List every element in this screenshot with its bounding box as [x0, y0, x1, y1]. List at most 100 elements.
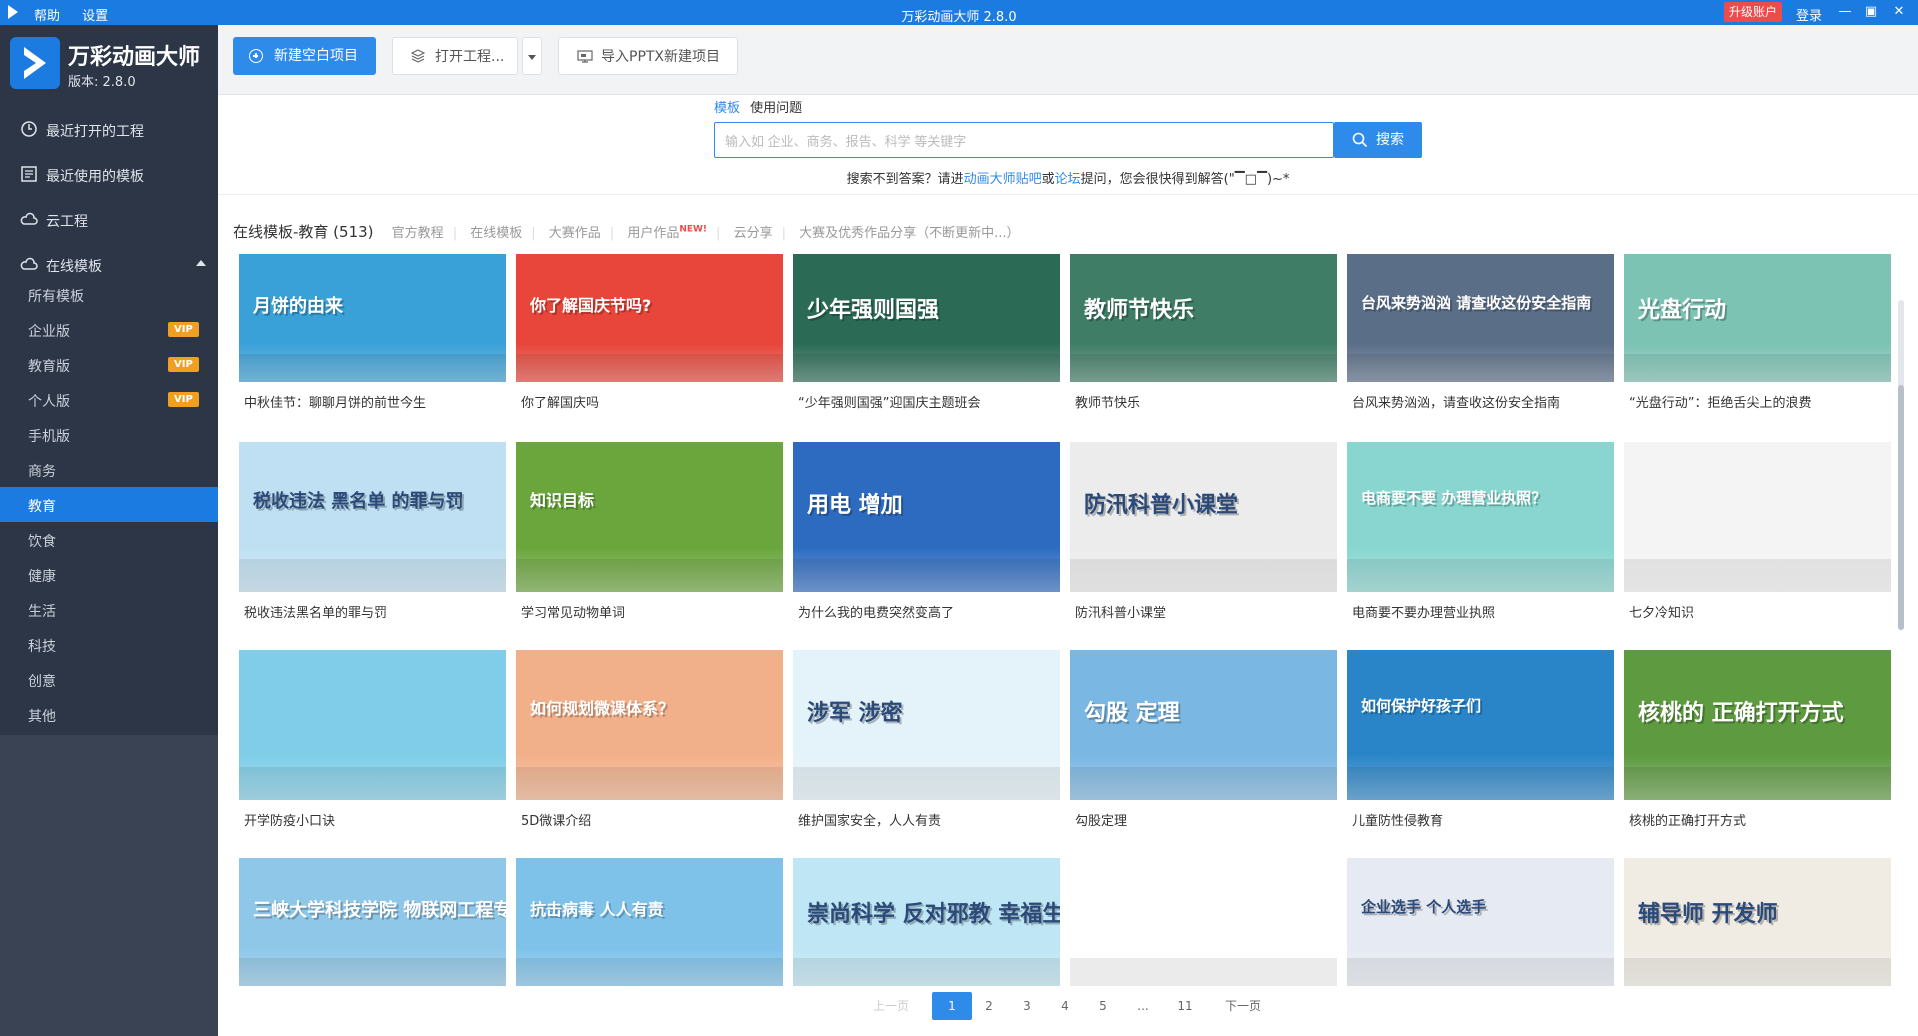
upgrade-account-button[interactable]: 升级账户 — [1724, 2, 1783, 22]
page-button[interactable]: ... — [1128, 992, 1158, 1020]
template-thumbnail[interactable]: 用电 增加 — [793, 442, 1060, 592]
template-title[interactable]: 学习常见动物单词 — [521, 602, 625, 621]
template-title[interactable]: 七夕冷知识 — [1629, 602, 1694, 621]
filter-contest-works[interactable]: 大赛作品 — [549, 226, 601, 241]
tab-usage-questions[interactable]: 使用问题 — [750, 101, 802, 116]
template-title[interactable]: 防汛科普小课堂 — [1075, 602, 1166, 621]
template-card[interactable]: 你了解国庆节吗? 你了解国庆吗 — [516, 254, 783, 414]
sidebar-item-11[interactable]: 创意 — [0, 662, 218, 697]
template-thumbnail[interactable]: 防汛科普小课堂 — [1070, 442, 1337, 592]
template-thumbnail[interactable]: 知识目标 — [516, 442, 783, 592]
template-thumbnail[interactable]: 辅导师 开发师 — [1624, 858, 1891, 986]
sidebar-item-10[interactable]: 科技 — [0, 627, 218, 662]
page-button[interactable]: 11 — [1170, 992, 1200, 1020]
template-card[interactable]: 电商要不要 办理营业执照？ 电商要不要办理营业执照 — [1347, 442, 1614, 624]
page-button[interactable]: 5 — [1088, 992, 1118, 1020]
template-thumbnail[interactable]: 你了解国庆节吗? — [516, 254, 783, 382]
next-page-button[interactable]: 下一页 — [1218, 992, 1268, 1020]
sidebar-item-7[interactable]: 饮食 — [0, 522, 218, 557]
template-card[interactable]: 用电 增加为什么我的电费突然变高了 — [793, 442, 1060, 624]
template-thumbnail[interactable]: 涉军 涉密 — [793, 650, 1060, 800]
template-card[interactable]: 台风来势汹汹 请查收这份安全指南台风来势汹汹，请查收这份安全指南 — [1347, 254, 1614, 414]
page-button[interactable]: 1 — [932, 992, 972, 1020]
filter-online-templates[interactable]: 在线模板 — [470, 226, 522, 241]
filter-official-tutorials[interactable]: 官方教程 — [392, 226, 444, 241]
template-thumbnail[interactable]: 少年强则国强 — [793, 254, 1060, 382]
template-title[interactable]: 电商要不要办理营业执照 — [1352, 602, 1495, 621]
sidebar-item-6[interactable]: 教育 — [0, 487, 218, 522]
open-project-dropdown[interactable] — [522, 37, 542, 75]
template-title[interactable]: 核桃的正确打开方式 — [1629, 810, 1746, 829]
template-card[interactable]: 如何保护好孩子们儿童防性侵教育 — [1347, 650, 1614, 832]
tieba-link[interactable]: 动画大师贴吧 — [964, 172, 1042, 187]
minimize-button[interactable]: — — [1836, 3, 1854, 21]
template-thumbnail[interactable]: 台风来势汹汹 请查收这份安全指南 — [1347, 254, 1614, 382]
template-thumbnail[interactable]: 教师节快乐 — [1070, 254, 1337, 382]
search-input[interactable] — [725, 131, 1305, 151]
template-card[interactable]: 知识目标学习常见动物单词 — [516, 442, 783, 624]
tab-templates[interactable]: 模板 — [714, 101, 740, 116]
prev-page-button[interactable]: 上一页 — [868, 992, 914, 1020]
filter-cloud-share[interactable]: 云分享 — [734, 226, 773, 241]
template-card[interactable]: 涉军 涉密维护国家安全，人人有责 — [793, 650, 1060, 832]
template-thumbnail[interactable] — [1624, 442, 1891, 592]
new-blank-project-button[interactable]: 新建空白项目 — [233, 37, 376, 75]
login-button[interactable]: 登录 — [1796, 5, 1822, 24]
filter-user-works[interactable]: 用户作品 — [627, 226, 679, 241]
template-thumbnail[interactable]: 税收违法 黑名单 的罪与罚 — [239, 442, 506, 592]
nav-cloud-projects[interactable]: 云工程 — [0, 197, 218, 242]
filter-contest-sharing[interactable]: 大赛及优秀作品分享（不断更新中...） — [799, 226, 1019, 241]
template-title[interactable]: 为什么我的电费突然变高了 — [798, 602, 954, 621]
sidebar-item-12[interactable]: 其他 — [0, 697, 218, 732]
search-button[interactable]: 搜索 — [1334, 122, 1422, 158]
open-project-button[interactable]: 打开工程... — [392, 37, 518, 75]
sidebar-item-3[interactable]: 个人版 VIP — [0, 382, 218, 417]
sidebar-item-9[interactable]: 生活 — [0, 592, 218, 627]
template-card[interactable]: 如何规划微课体系？ 5D微课介绍 — [516, 650, 783, 832]
template-title[interactable]: “光盘行动”：拒绝舌尖上的浪费 — [1629, 392, 1811, 411]
template-thumbnail[interactable]: 电商要不要 办理营业执照？ — [1347, 442, 1614, 592]
nav-recent-projects[interactable]: 最近打开的工程 — [0, 107, 218, 152]
template-title[interactable]: “少年强则国强”迎国庆主题班会 — [798, 392, 980, 411]
template-title[interactable]: 5D微课介绍 — [521, 810, 591, 829]
template-title[interactable]: 勾股定理 — [1075, 810, 1127, 829]
sidebar-item-8[interactable]: 健康 — [0, 557, 218, 592]
template-card[interactable]: 光盘行动 “光盘行动”：拒绝舌尖上的浪费 — [1624, 254, 1891, 414]
template-thumbnail[interactable]: 崇尚科学 反对邪教 幸福生活 — [793, 858, 1060, 986]
sidebar-item-1[interactable]: 企业版 VIP — [0, 312, 218, 347]
template-title[interactable]: 台风来势汹汹，请查收这份安全指南 — [1352, 392, 1560, 411]
template-card[interactable]: 七夕冷知识 — [1624, 442, 1891, 624]
template-card[interactable]: 防汛科普小课堂 防汛科普小课堂 — [1070, 442, 1337, 624]
template-title[interactable]: 维护国家安全，人人有责 — [798, 810, 941, 829]
template-card[interactable]: 少年强则国强 “少年强则国强”迎国庆主题班会 — [793, 254, 1060, 414]
template-title[interactable]: 儿童防性侵教育 — [1352, 810, 1443, 829]
template-card[interactable]: 三峡大学科技学院 物联网工程专业 — [239, 858, 506, 1018]
template-card[interactable]: 辅导师 开发师 — [1624, 858, 1891, 1018]
sidebar-item-4[interactable]: 手机版 — [0, 417, 218, 452]
template-thumbnail[interactable]: 如何保护好孩子们 — [1347, 650, 1614, 800]
page-button[interactable]: 4 — [1050, 992, 1080, 1020]
collapse-caret-icon[interactable] — [196, 260, 206, 266]
template-card[interactable]: 勾股 定理勾股定理 — [1070, 650, 1337, 832]
page-button[interactable]: 2 — [974, 992, 1004, 1020]
close-button[interactable]: ✕ — [1890, 3, 1908, 21]
template-title[interactable]: 开学防疫小口诀 — [244, 810, 335, 829]
sidebar-item-0[interactable]: 所有模板 — [0, 277, 218, 312]
template-thumbnail[interactable]: 勾股 定理 — [1070, 650, 1337, 800]
template-card[interactable]: 企业选手 个人选手 — [1347, 858, 1614, 1018]
forum-link[interactable]: 论坛 — [1055, 172, 1081, 187]
template-thumbnail[interactable]: 企业选手 个人选手 — [1347, 858, 1614, 986]
template-card[interactable]: 开学防疫小口诀 — [239, 650, 506, 832]
sidebar-item-2[interactable]: 教育版 VIP — [0, 347, 218, 382]
template-thumbnail[interactable]: 如何规划微课体系？ — [516, 650, 783, 800]
template-title[interactable]: 你了解国庆吗 — [521, 392, 599, 411]
template-title[interactable]: 税收违法黑名单的罪与罚 — [244, 602, 387, 621]
template-card[interactable]: 核桃的 正确打开方式核桃的正确打开方式 — [1624, 650, 1891, 832]
template-thumbnail[interactable]: 光盘行动 — [1624, 254, 1891, 382]
template-thumbnail[interactable] — [1070, 858, 1337, 986]
template-thumbnail[interactable]: 月饼的由来 — [239, 254, 506, 382]
template-thumbnail[interactable]: 核桃的 正确打开方式 — [1624, 650, 1891, 800]
nav-recent-templates[interactable]: 最近使用的模板 — [0, 152, 218, 197]
template-title[interactable]: 教师节快乐 — [1075, 392, 1140, 411]
template-thumbnail[interactable] — [239, 650, 506, 800]
